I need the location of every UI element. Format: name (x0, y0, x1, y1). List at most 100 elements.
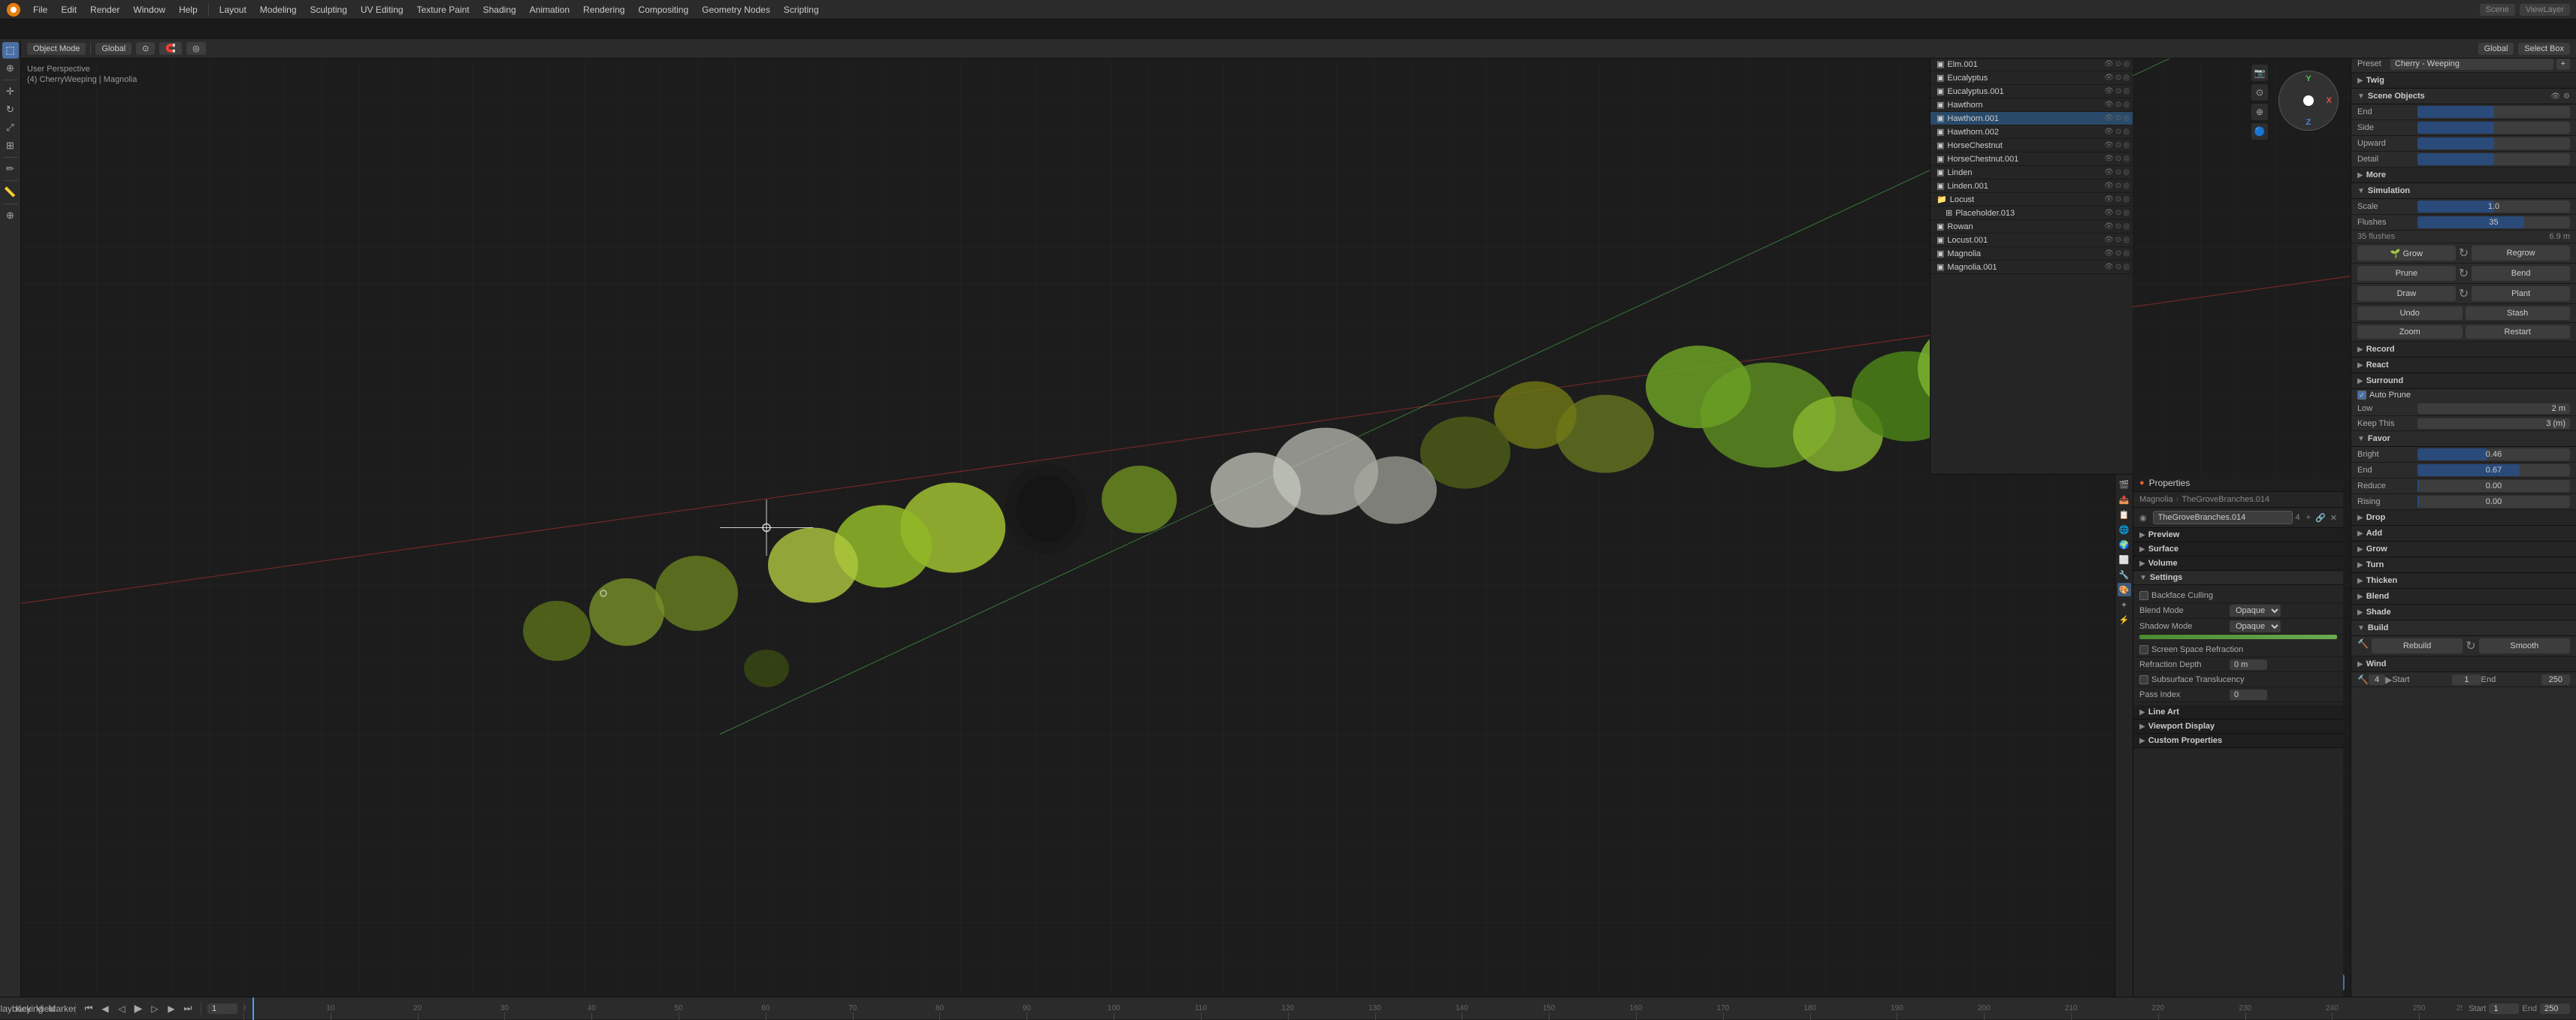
scene-detail-slider[interactable] (2417, 153, 2570, 165)
eye-icon[interactable]: 👁 (2104, 128, 2114, 136)
cursor-icon[interactable]: ⊙ (2115, 236, 2121, 244)
shadow-mode-select[interactable]: Opaque (2230, 620, 2281, 632)
surface-section-header[interactable]: ▶ Surface (2133, 542, 2343, 557)
outliner-item-linden[interactable]: ▣ Linden 👁⊙◎ (1930, 166, 2133, 180)
cursor-icon[interactable]: ⊙ (2115, 155, 2121, 163)
render-icon[interactable]: ◎ (2123, 60, 2130, 68)
breadcrumb-material[interactable]: TheGroveBranches.014 (2181, 495, 2269, 504)
refraction-depth-value[interactable]: 0 m (2230, 659, 2267, 670)
menu-file[interactable]: File (27, 2, 53, 17)
material-name-input[interactable] (2153, 511, 2293, 524)
end-frame-value[interactable]: 250 (2541, 674, 2570, 685)
select-tool-btn[interactable]: ⬚ (2, 42, 19, 59)
eye-icon[interactable]: 👁 (2104, 155, 2114, 163)
timeline-ruler[interactable]: 0102030405060708090100110120130140150160… (243, 997, 2463, 1020)
scene-objects-settings-icon[interactable]: ⚙ (2563, 92, 2570, 101)
pass-index-value[interactable]: 0 (2230, 690, 2267, 700)
anim-play-icon[interactable]: ▶ (2385, 674, 2392, 685)
render-icon[interactable]: ◎ (2123, 101, 2130, 109)
scene-end-slider[interactable] (2417, 106, 2570, 118)
breadcrumb-magnolia[interactable]: Magnolia (2139, 495, 2173, 504)
menu-rendering[interactable]: Rendering (577, 2, 630, 17)
cursor-icon[interactable]: ⊙ (2115, 114, 2121, 122)
tl-start-input[interactable] (2489, 1003, 2519, 1014)
pivot-selector[interactable]: ⊙ (136, 42, 155, 55)
preset-add-btn[interactable]: + (2556, 58, 2570, 70)
proportional-btn[interactable]: ◎ (186, 42, 206, 55)
line-art-section-header[interactable]: ▶ Line Art (2133, 705, 2343, 720)
particle-props-btn[interactable]: ✦ (2118, 598, 2131, 611)
eye-icon[interactable]: 👁 (2104, 263, 2114, 271)
plant-btn[interactable]: Plant (2472, 286, 2570, 301)
cursor-icon[interactable]: ⊙ (2115, 209, 2121, 217)
drop-section-header[interactable]: ▶ Drop (2351, 510, 2576, 526)
rebuild-cycle-icon[interactable]: ↻ (2466, 638, 2475, 653)
wind-section-header[interactable]: ▶ Wind (2351, 656, 2576, 672)
global-selector[interactable]: Global (2478, 43, 2514, 55)
restart-btn[interactable]: Restart (2466, 325, 2571, 339)
menu-geometry-nodes[interactable]: Geometry Nodes (696, 2, 776, 17)
render-icon[interactable]: ◎ (2123, 114, 2130, 122)
measure-tool-btn[interactable]: 📏 (2, 184, 19, 201)
prev-keyframe-btn[interactable]: ◀ (98, 1002, 112, 1015)
build-section-header[interactable]: ▼ Build (2351, 620, 2576, 636)
menu-render[interactable]: Render (84, 2, 125, 17)
menu-layout[interactable]: Layout (213, 2, 252, 17)
menu-help[interactable]: Help (173, 2, 204, 17)
eye-icon[interactable]: 👁 (2104, 114, 2114, 122)
gizmo-toggle-btn[interactable]: ⊕ (2251, 104, 2268, 120)
cursor-icon[interactable]: ⊙ (2115, 101, 2121, 109)
render-icon[interactable]: ◎ (2123, 182, 2130, 190)
grow-btn[interactable]: 🌱 Grow (2357, 246, 2456, 261)
snap-button[interactable]: 🧲 (159, 42, 182, 55)
react-section-header[interactable]: ▶ React (2351, 358, 2576, 373)
gizmo-x-label[interactable]: X (2327, 96, 2332, 105)
more-section-header[interactable]: ▶ More (2351, 167, 2576, 183)
grow-section-header[interactable]: ▶ Grow (2351, 542, 2576, 557)
cursor-icon[interactable]: ⊙ (2115, 87, 2121, 95)
surround-section-header[interactable]: ▶ Surround (2351, 373, 2576, 389)
cursor-icon[interactable]: ⊙ (2115, 168, 2121, 177)
scene-objects-eye-icon[interactable]: 👁 (2550, 92, 2560, 101)
twig-section-header[interactable]: ▶ Twig (2351, 73, 2576, 89)
keying-label[interactable]: Keying (23, 1002, 36, 1015)
outliner-item-elm001[interactable]: ▣ Elm.001 👁 ⊙ ◎ (1930, 58, 2133, 71)
outliner-item-hawthorn[interactable]: ▣ Hawthorn 👁⊙◎ (1930, 98, 2133, 112)
play-btn[interactable]: ▶ (132, 1002, 145, 1015)
subsurface-checkbox[interactable] (2139, 675, 2148, 684)
menu-compositing[interactable]: Compositing (632, 2, 694, 17)
camera-view-btn[interactable]: 📷 (2251, 65, 2268, 81)
bend-btn[interactable]: Bend (2472, 266, 2570, 281)
cursor-tool-btn[interactable]: ⊕ (2, 60, 19, 77)
next-frame-btn[interactable]: ▷ (148, 1002, 162, 1015)
jump-start-btn[interactable]: ⏮ (82, 1002, 95, 1015)
eye-icon[interactable]: 👁 (2104, 236, 2114, 244)
world-props-btn[interactable]: 🌍 (2118, 538, 2131, 551)
smooth-btn[interactable]: Smooth (2479, 638, 2570, 653)
cursor-icon[interactable]: ⊙ (2115, 249, 2121, 258)
menu-uv-editing[interactable]: UV Editing (355, 2, 410, 17)
menu-shading[interactable]: Shading (477, 2, 522, 17)
orientation-selector[interactable]: Global (95, 43, 132, 55)
menu-texture-paint[interactable]: Texture Paint (411, 2, 476, 17)
blend-mode-select[interactable]: Opaque (2230, 605, 2281, 617)
undo-btn[interactable]: Undo (2357, 306, 2463, 320)
outliner-item-magnolia[interactable]: ▣ Magnolia 👁⊙◎ (1930, 247, 2133, 261)
menu-animation[interactable]: Animation (524, 2, 576, 17)
bright-slider[interactable]: 0.46 (2417, 448, 2570, 460)
menu-scripting[interactable]: Scripting (778, 2, 825, 17)
scene-upward-slider[interactable] (2417, 137, 2570, 149)
record-section-header[interactable]: ▶ Record (2351, 342, 2576, 358)
view-layer-selector[interactable]: ViewLayer (2520, 4, 2570, 16)
scene-selector[interactable]: Scene (2480, 4, 2515, 16)
auto-prune-checkbox[interactable]: ✓ (2357, 391, 2366, 400)
outliner-item-eucalyptus[interactable]: ▣ Eucalyptus 👁⊙◎ (1930, 71, 2133, 85)
outliner-item-rowan[interactable]: ▣ Rowan 👁⊙◎ (1930, 220, 2133, 234)
keep-this-value[interactable]: 3 (m) (2417, 418, 2570, 429)
cursor-icon[interactable]: ⊙ (2115, 128, 2121, 136)
render-icon[interactable]: ◎ (2123, 195, 2130, 204)
draw-cycle-icon[interactable]: ↻ (2459, 286, 2469, 301)
viewlayer-props-btn[interactable]: 📋 (2118, 508, 2131, 521)
scale-slider[interactable]: 1.0 (2417, 201, 2570, 213)
eye-icon[interactable]: 👁 (2104, 87, 2114, 95)
